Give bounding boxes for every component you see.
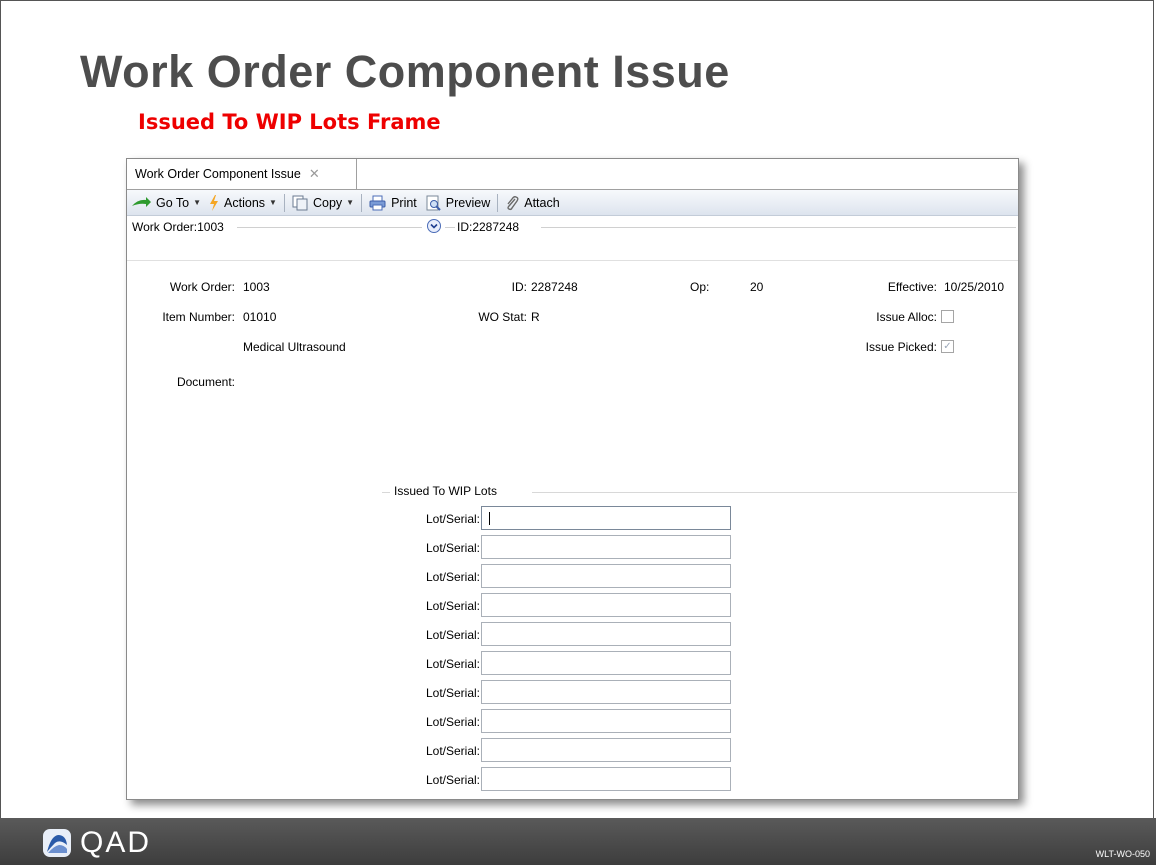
expand-circle-icon[interactable] [427,219,441,233]
copy-label: Copy [312,195,343,210]
id-label: ID: [511,280,527,294]
header-row: Work Order:1003 ID:2287248 [127,217,1018,237]
toolbar: Go To ▼ Actions ▼ Copy ▼ Print Preview A… [127,190,1018,216]
op-value: 20 [750,280,764,294]
actions-label: Actions [224,195,266,210]
checkmark-icon: ✓ [943,341,952,352]
chevron-down-icon: ▼ [346,198,355,207]
lot-serial-label: Lot/Serial: [425,512,480,526]
app-window: Work Order Component Issue ✕ Go To ▼ Act… [126,158,1019,800]
id-value: 2287248 [531,280,578,294]
issue-alloc-label: Issue Alloc: [876,310,937,324]
group-border [382,492,390,493]
issue-picked-label: Issue Picked: [865,340,937,354]
lot-serial-input[interactable] [481,506,731,530]
qad-logo: QAD [42,826,151,860]
slide-code: WLT-WO-050 [1095,849,1150,859]
wo-stat-label: WO Stat: [478,310,527,324]
goto-arrow-icon [132,196,151,207]
lot-serial-label: Lot/Serial: [425,570,480,584]
effective-value: 10/25/2010 [944,280,1005,294]
toolbar-divider [361,193,363,212]
preview-label: Preview [445,195,491,210]
lot-serial-input[interactable] [481,535,731,559]
qad-logo-icon [43,829,71,857]
footer: QAD WLT-WO-050 [0,818,1156,865]
copy-button[interactable]: Copy ▼ [292,195,354,211]
header-divider [237,227,422,228]
issue-alloc-checkbox[interactable] [941,310,954,323]
actions-button[interactable]: Actions ▼ [209,194,277,211]
copy-icon [292,195,308,210]
work-order-label: Work Order: [169,280,235,294]
work-order-value: 1003 [243,280,270,294]
lot-serial-input[interactable] [481,564,731,588]
lot-serial-label: Lot/Serial: [425,599,480,613]
preview-icon [426,195,441,211]
tab-label: Work Order Component Issue [135,167,301,181]
header-divider [541,227,1016,228]
lot-serial-input[interactable] [481,680,731,704]
attach-label: Attach [524,195,560,210]
wip-lots-title: Issued To WIP Lots [391,484,500,498]
print-button[interactable]: Print [369,195,417,211]
slide-title: Work Order Component Issue [80,46,730,97]
op-label: Op: [690,280,710,294]
document-label: Document: [176,375,235,389]
item-number-value: 01010 [243,310,277,324]
preview-button[interactable]: Preview [425,195,490,211]
print-label: Print [391,195,417,210]
lot-serial-label: Lot/Serial: [425,744,480,758]
lightning-icon [210,194,219,211]
issue-picked-checkbox[interactable]: ✓ [941,340,954,353]
group-border [532,492,1017,493]
attach-button[interactable]: Attach [505,195,560,211]
form-separator [127,260,1018,261]
item-description: Medical Ultrasound [243,340,346,354]
lot-serial-input[interactable] [481,622,731,646]
effective-label: Effective: [887,280,937,294]
lot-serial-label: Lot/Serial: [425,715,480,729]
lot-serial-label: Lot/Serial: [425,657,480,671]
lot-serial-label: Lot/Serial: [425,773,480,787]
toolbar-divider [497,193,499,212]
lot-serial-label: Lot/Serial: [425,686,480,700]
qad-logo-text: QAD [80,826,152,859]
lot-serial-input[interactable] [481,738,731,762]
lot-serial-input[interactable] [481,767,731,791]
lot-serial-input[interactable] [481,593,731,617]
goto-label: Go To [156,195,190,210]
slide-subtitle: Issued To WIP Lots Frame [138,110,441,134]
text-cursor [489,512,490,525]
goto-button[interactable]: Go To ▼ [131,196,201,210]
lot-serial-label: Lot/Serial: [425,541,480,555]
lot-serial-label: Lot/Serial: [425,628,480,642]
tab-strip: Work Order Component Issue ✕ [127,159,1018,190]
header-work-order: Work Order:1003 [132,220,224,234]
printer-icon [369,195,386,210]
header-divider [445,227,455,228]
chevron-down-icon: ▼ [269,198,277,207]
lot-serial-input[interactable] [481,651,731,675]
chevron-down-icon: ▼ [193,198,202,207]
close-icon[interactable]: ✕ [309,166,320,182]
lot-serial-input[interactable] [481,709,731,733]
paperclip-icon [507,195,519,210]
wo-stat-value: R [531,310,540,324]
item-number-label: Item Number: [162,310,235,324]
tab-work-order-component-issue[interactable]: Work Order Component Issue ✕ [127,159,357,189]
toolbar-divider [283,193,285,212]
header-id: ID:2287248 [457,220,520,234]
